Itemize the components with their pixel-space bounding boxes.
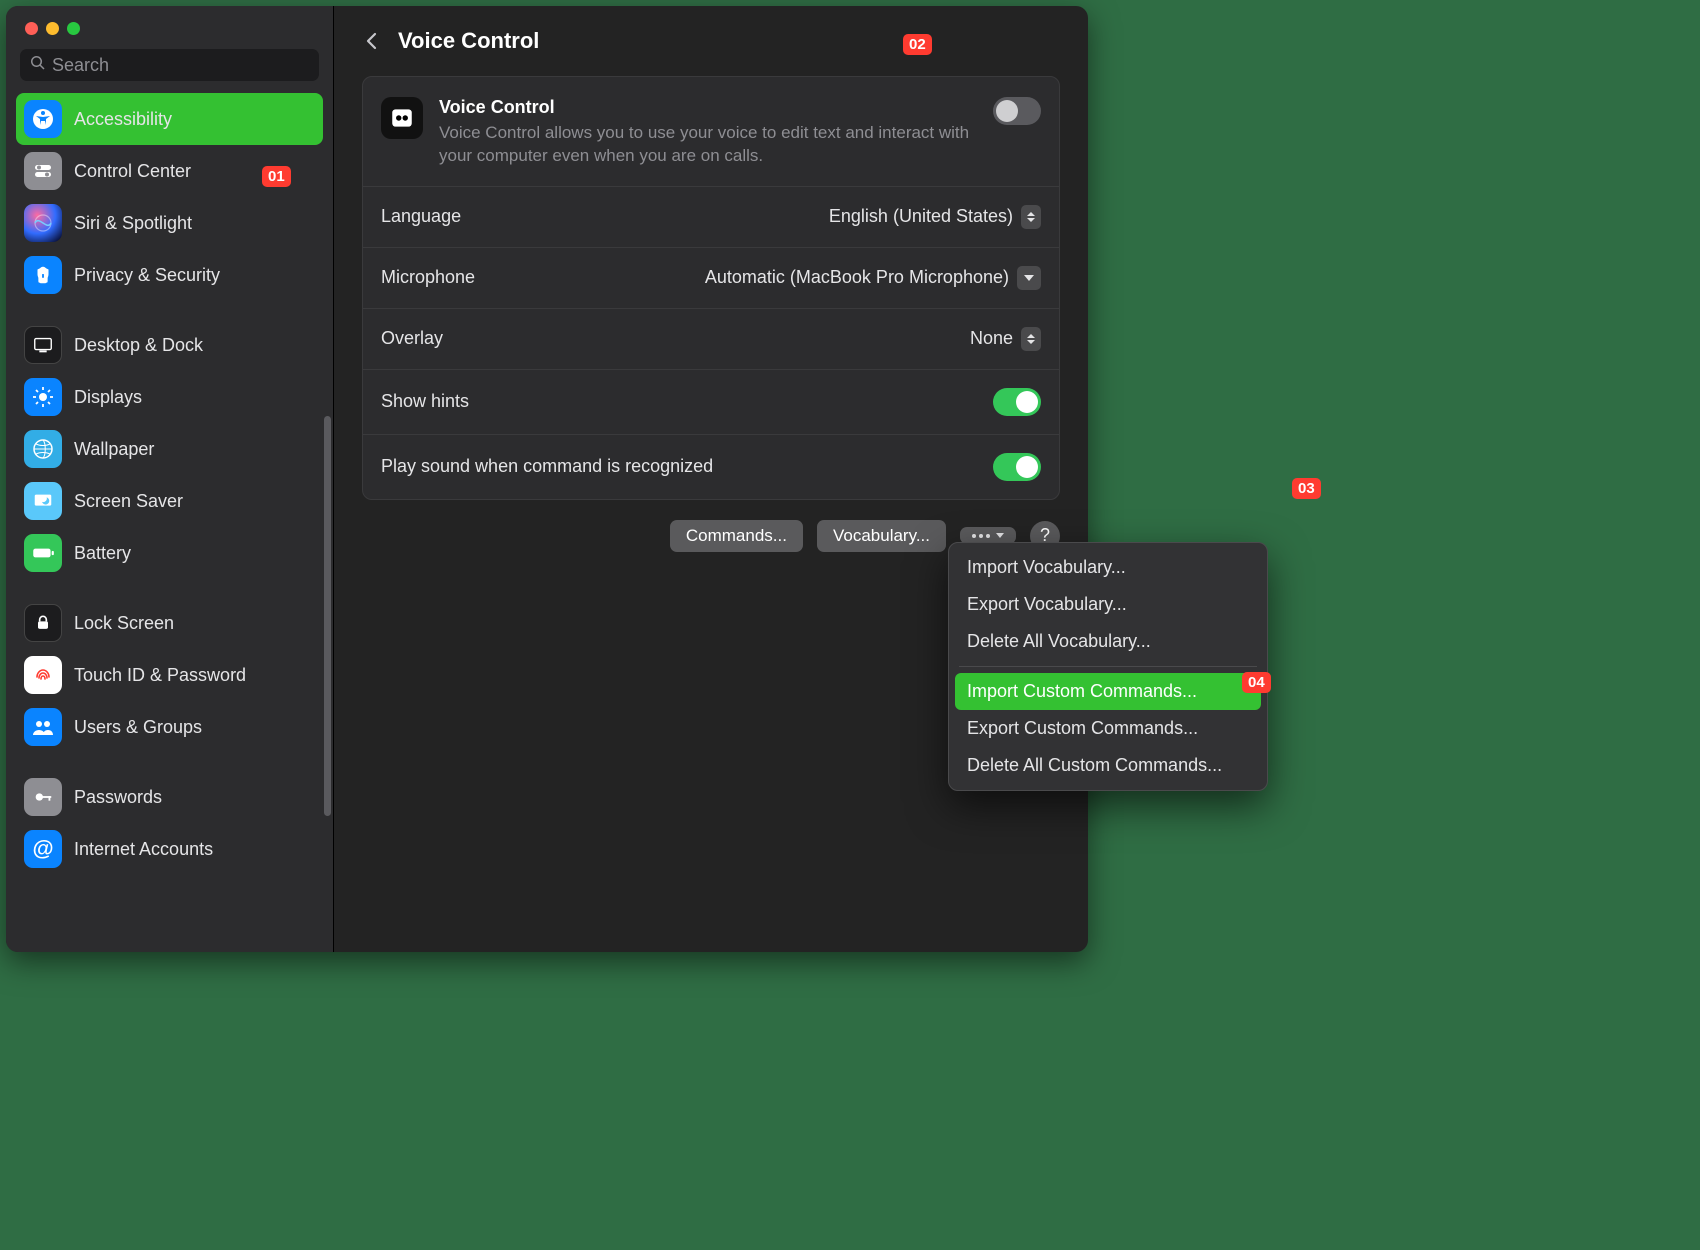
menu-item[interactable]: Export Custom Commands... bbox=[955, 710, 1261, 747]
passwords-icon bbox=[24, 778, 62, 816]
sidebar-item-battery[interactable]: Battery bbox=[16, 527, 323, 579]
sidebar-item-label: Wallpaper bbox=[74, 438, 154, 461]
controlcenter-icon bbox=[24, 152, 62, 190]
ellipsis-icon bbox=[972, 534, 990, 538]
search-field[interactable] bbox=[20, 49, 319, 81]
sidebar-item-label: Screen Saver bbox=[74, 490, 183, 513]
overlay-label: Overlay bbox=[381, 328, 443, 349]
sidebar-list: Accessibility Control Center Siri & Spotli… bbox=[6, 89, 333, 885]
overlay-select[interactable]: None bbox=[970, 327, 1041, 351]
step-badge-01: 01 bbox=[262, 166, 291, 187]
sidebar-item-touchid[interactable]: Touch ID & Password bbox=[16, 649, 323, 701]
system-settings-window: Accessibility Control Center Siri & Spotli… bbox=[6, 6, 1088, 952]
sidebar-item-displays[interactable]: Displays bbox=[16, 371, 323, 423]
sidebar-item-privacy[interactable]: Privacy & Security bbox=[16, 249, 323, 301]
sidebar-item-lockscreen[interactable]: Lock Screen bbox=[16, 597, 323, 649]
wallpaper-icon bbox=[24, 430, 62, 468]
more-actions-menu: Import Vocabulary...Export Vocabulary...… bbox=[948, 542, 1268, 791]
sidebar-item-label: Battery bbox=[74, 542, 131, 565]
vocabulary-button[interactable]: Vocabulary... bbox=[817, 520, 946, 552]
content-pane: Voice Control Voice Control Voice Contro… bbox=[334, 6, 1088, 952]
users-icon bbox=[24, 708, 62, 746]
menu-item[interactable]: Delete All Vocabulary... bbox=[955, 623, 1261, 660]
sidebar-item-label: Passwords bbox=[74, 786, 162, 809]
minimize-window[interactable] bbox=[46, 22, 59, 35]
chevron-down-icon bbox=[1017, 266, 1041, 290]
sound-label: Play sound when command is recognized bbox=[381, 456, 713, 477]
sidebar-item-users[interactable]: Users & Groups bbox=[16, 701, 323, 753]
stepper-icon bbox=[1021, 205, 1041, 229]
window-controls bbox=[6, 6, 333, 35]
sidebar-item-screensaver[interactable]: Screen Saver bbox=[16, 475, 323, 527]
step-badge-02: 02 bbox=[903, 34, 932, 55]
displays-icon bbox=[24, 378, 62, 416]
vc-description: Voice Control allows you to use your voi… bbox=[439, 122, 979, 168]
internet-icon: @ bbox=[24, 830, 62, 868]
sidebar-item-desktop[interactable]: Desktop & Dock bbox=[16, 319, 323, 371]
lockscreen-icon bbox=[24, 604, 62, 642]
step-badge-04: 04 bbox=[1242, 672, 1271, 693]
sidebar-item-siri[interactable]: Siri & Spotlight bbox=[16, 197, 323, 249]
sidebar-item-label: Control Center bbox=[74, 160, 191, 183]
voice-control-card: Voice Control Voice Control allows you t… bbox=[362, 76, 1060, 500]
vc-title: Voice Control bbox=[439, 97, 993, 118]
menu-separator bbox=[959, 666, 1257, 667]
back-button[interactable] bbox=[362, 31, 382, 51]
language-label: Language bbox=[381, 206, 461, 227]
sidebar-item-label: Users & Groups bbox=[74, 716, 202, 739]
menu-item[interactable]: Delete All Custom Commands... bbox=[955, 747, 1261, 784]
sidebar-item-wallpaper[interactable]: Wallpaper bbox=[16, 423, 323, 475]
voice-control-icon bbox=[381, 97, 423, 139]
sidebar-item-internet[interactable]: @ Internet Accounts bbox=[16, 823, 323, 875]
voice-control-toggle[interactable] bbox=[993, 97, 1041, 125]
battery-icon bbox=[24, 534, 62, 572]
hints-toggle[interactable] bbox=[993, 388, 1041, 416]
sidebar-item-label: Accessibility bbox=[74, 108, 172, 131]
microphone-label: Microphone bbox=[381, 267, 475, 288]
language-value: English (United States) bbox=[829, 206, 1013, 227]
sound-toggle[interactable] bbox=[993, 453, 1041, 481]
sidebar: Accessibility Control Center Siri & Spotli… bbox=[6, 6, 334, 952]
close-window[interactable] bbox=[25, 22, 38, 35]
screensaver-icon bbox=[24, 482, 62, 520]
sidebar-item-label: Internet Accounts bbox=[74, 838, 213, 861]
desktop-icon bbox=[24, 326, 62, 364]
sidebar-item-accessibility[interactable]: Accessibility bbox=[16, 93, 323, 145]
sidebar-item-label: Displays bbox=[74, 386, 142, 409]
search-icon bbox=[30, 55, 52, 76]
menu-item[interactable]: Import Vocabulary... bbox=[955, 549, 1261, 586]
sidebar-scrollbar[interactable] bbox=[324, 416, 331, 816]
siri-icon bbox=[24, 204, 62, 242]
menu-item[interactable]: Export Vocabulary... bbox=[955, 586, 1261, 623]
microphone-select[interactable]: Automatic (MacBook Pro Microphone) bbox=[705, 266, 1041, 290]
sidebar-item-label: Desktop & Dock bbox=[74, 334, 203, 357]
step-badge-03: 03 bbox=[1292, 478, 1321, 499]
commands-button[interactable]: Commands... bbox=[670, 520, 803, 552]
privacy-icon bbox=[24, 256, 62, 294]
microphone-value: Automatic (MacBook Pro Microphone) bbox=[705, 267, 1009, 288]
svg-text:@: @ bbox=[32, 836, 53, 861]
accessibility-icon bbox=[24, 100, 62, 138]
language-select[interactable]: English (United States) bbox=[829, 205, 1041, 229]
menu-item[interactable]: Import Custom Commands... bbox=[955, 673, 1261, 710]
sidebar-item-passwords[interactable]: Passwords bbox=[16, 771, 323, 823]
fullscreen-window[interactable] bbox=[67, 22, 80, 35]
sidebar-item-label: Siri & Spotlight bbox=[74, 212, 192, 235]
search-input[interactable] bbox=[52, 55, 309, 76]
sidebar-item-label: Touch ID & Password bbox=[74, 664, 246, 687]
sidebar-item-label: Lock Screen bbox=[74, 612, 174, 635]
touchid-icon bbox=[24, 656, 62, 694]
page-title: Voice Control bbox=[398, 28, 539, 54]
sidebar-item-label: Privacy & Security bbox=[74, 264, 220, 287]
chevron-down-icon bbox=[996, 533, 1004, 538]
hints-label: Show hints bbox=[381, 391, 469, 412]
stepper-icon bbox=[1021, 327, 1041, 351]
overlay-value: None bbox=[970, 328, 1013, 349]
